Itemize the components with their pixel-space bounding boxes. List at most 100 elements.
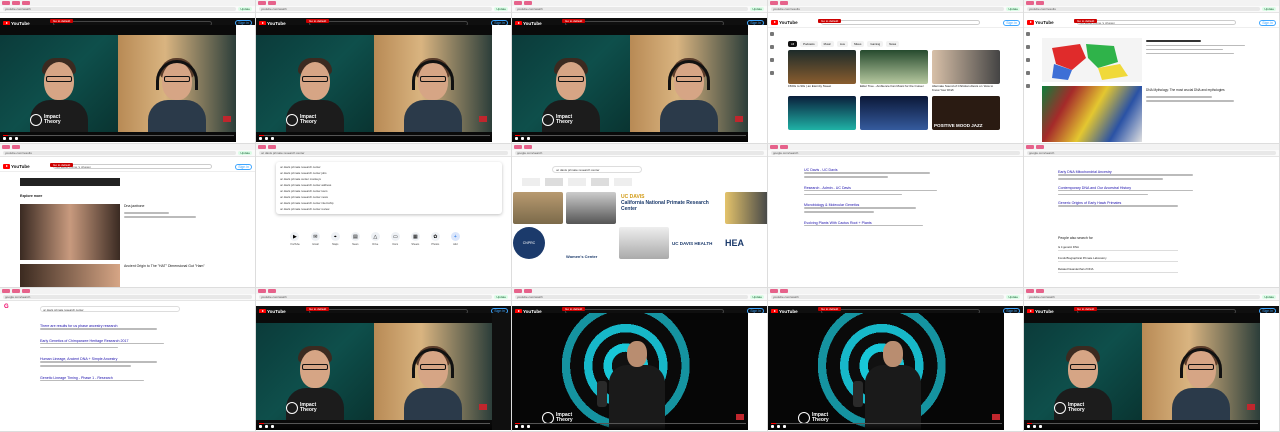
search-result[interactable]: Generic Origins of Early Hawk Primates: [1058, 201, 1228, 207]
video-thumbnail[interactable]: [20, 178, 120, 186]
shortcut[interactable]: ✉ Gmail: [310, 232, 320, 246]
google-doodle[interactable]: G: [4, 304, 9, 310]
map-thumbnail[interactable]: [1042, 38, 1142, 82]
image-result[interactable]: HEA: [725, 227, 767, 259]
address-bar[interactable]: youtube.com/results Update: [1024, 6, 1279, 13]
update-button[interactable]: Update: [1262, 7, 1276, 11]
paa-item[interactable]: Related Neanderthal of DNA: [1058, 266, 1178, 273]
sign-in-button[interactable]: Sign in: [1259, 19, 1276, 26]
update-button[interactable]: Update: [1262, 295, 1276, 299]
address-bar[interactable]: youtube.com/watch Update: [768, 294, 1023, 301]
google-search-input[interactable]: uc davis primate research center: [552, 166, 642, 173]
update-button[interactable]: Update: [238, 7, 252, 11]
address-bar[interactable]: google.com/search: [512, 150, 767, 157]
sign-in-button[interactable]: Sign in: [235, 163, 252, 170]
address-bar[interactable]: youtube.com/watch Update: [256, 6, 511, 13]
explore-thumbnail-1[interactable]: [20, 204, 120, 260]
explore-item-title[interactable]: Dna jawbone: [124, 204, 144, 208]
youtube-logo[interactable]: YouTube: [1027, 20, 1054, 25]
chip[interactable]: Music: [820, 41, 834, 47]
google-search-input[interactable]: uc davis primate research center: [40, 306, 180, 312]
image-result[interactable]: CNPRC: [513, 227, 545, 259]
image-result[interactable]: [513, 192, 563, 224]
player-controls[interactable]: [0, 135, 237, 142]
dna-thumbnail[interactable]: [1042, 86, 1142, 142]
video-player[interactable]: Impact Theory: [1024, 313, 1261, 430]
suggestion-item[interactable]: uc davis primate research center review: [280, 206, 498, 212]
player-controls[interactable]: [512, 423, 749, 430]
address-bar[interactable]: youtube.com/watch Update: [256, 294, 511, 301]
image-result[interactable]: [725, 192, 767, 224]
youtube-logo[interactable]: YouTube: [771, 20, 798, 25]
update-button[interactable]: Update: [750, 295, 764, 299]
player-controls[interactable]: [1024, 423, 1261, 430]
video-card[interactable]: Alternate Sound of Christian Alexis on '…: [932, 50, 1000, 92]
address-bar[interactable]: google.com/search: [0, 294, 255, 301]
search-result[interactable]: Research - Admin - UC Davis: [804, 186, 984, 195]
image-result[interactable]: UC DAVIS California National Primate Rese…: [619, 192, 722, 224]
go-to-default-badge[interactable]: Go to default: [50, 163, 74, 167]
chip[interactable]: Mixes: [851, 41, 865, 47]
nav-rail[interactable]: [770, 32, 774, 75]
shortcut[interactable]: ▭ Docs: [390, 232, 400, 246]
image-result[interactable]: [619, 227, 669, 259]
shortcut[interactable]: ⌖ Maps: [330, 232, 340, 246]
shortcut[interactable]: ▶ YouTube: [290, 232, 300, 246]
update-button[interactable]: Update: [494, 295, 508, 299]
update-button[interactable]: Update: [750, 7, 764, 11]
youtube-search-input[interactable]: hot swing thyme 's phagen: [52, 164, 213, 169]
video-player[interactable]: Impact Theory: [768, 313, 1005, 430]
search-result[interactable]: Early DNA Mitochondrial Ancestry: [1058, 170, 1228, 180]
shortcut[interactable]: ▤ News: [350, 232, 360, 246]
go-to-default-badge[interactable]: Go to default: [562, 19, 586, 23]
filter-chips[interactable]: All Podcasts Music Live Mixes Gaming New…: [788, 41, 900, 47]
go-to-default-badge[interactable]: Go to default: [306, 19, 330, 23]
image-result[interactable]: [566, 192, 616, 224]
player-controls[interactable]: [256, 423, 493, 430]
chip[interactable]: Gaming: [867, 41, 884, 47]
youtube-logo[interactable]: YouTube: [3, 164, 30, 169]
paa-item[interactable]: Is it genetic DNA: [1058, 244, 1178, 251]
address-bar[interactable]: youtube.com/results Update: [0, 150, 255, 157]
chip[interactable]: News: [886, 41, 900, 47]
video-card[interactable]: 1500s to 90s | an Eternity Sweet: [788, 50, 856, 92]
search-result[interactable]: There are results for us phase ancestry …: [40, 324, 180, 330]
video-card[interactable]: POSITIVE MOOD JAZZ: [932, 96, 1000, 131]
address-bar[interactable]: youtube.com/results Update: [768, 6, 1023, 13]
address-bar[interactable]: google.com/search: [768, 150, 1023, 157]
address-bar[interactable]: youtube.com/watch Update: [512, 294, 767, 301]
nav-rail[interactable]: [1026, 32, 1030, 88]
address-bar[interactable]: google.com/search: [1024, 150, 1279, 157]
search-result[interactable]: Early Genetics of Chimpanzee Heritage Re…: [40, 339, 180, 348]
explore-thumbnail-2[interactable]: [20, 264, 120, 287]
video-player[interactable]: Impact Theory: [512, 313, 749, 430]
address-bar[interactable]: youtube.com/watch Update: [1024, 294, 1279, 301]
search-result[interactable]: UC Davis - UC Davis: [804, 168, 984, 178]
update-button[interactable]: Update: [238, 151, 252, 155]
chip[interactable]: Podcasts: [800, 41, 818, 47]
shortcut[interactable]: + Add: [450, 232, 460, 246]
player-controls[interactable]: [768, 423, 1005, 430]
shortcut[interactable]: △ Drive: [370, 232, 380, 246]
search-result[interactable]: Genetic Lineage Timing - Phase 1 - Resea…: [40, 376, 180, 381]
update-button[interactable]: Update: [494, 7, 508, 11]
go-to-default-badge[interactable]: Go to default: [306, 307, 330, 311]
chip[interactable]: Live: [836, 41, 849, 47]
player-controls[interactable]: [512, 135, 749, 142]
paa-item[interactable]: Fonds Biographical Primate Laboratory: [1058, 255, 1178, 262]
video-card[interactable]: [860, 96, 928, 131]
address-bar[interactable]: uc davis primate research center: [256, 150, 511, 157]
image-result[interactable]: UC DAVIS HEALTH: [672, 227, 722, 259]
video-player[interactable]: Impact Theory: [512, 25, 749, 142]
shortcut[interactable]: ✿ Photos: [430, 232, 440, 246]
address-bar[interactable]: youtube.com/watch Update: [0, 6, 255, 13]
go-to-default-badge[interactable]: Go to default: [50, 19, 74, 23]
update-button[interactable]: Update: [1006, 7, 1020, 11]
search-result[interactable]: Human Lineage, Ancient DNA + Simple Ance…: [40, 357, 180, 367]
sign-in-button[interactable]: Sign in: [1003, 19, 1020, 26]
video-card[interactable]: [788, 96, 856, 131]
related-strip[interactable]: [512, 178, 767, 188]
go-to-default-badge[interactable]: Go to default: [562, 307, 586, 311]
video-player[interactable]: Impact Theory: [256, 313, 493, 430]
player-controls[interactable]: [256, 135, 493, 142]
